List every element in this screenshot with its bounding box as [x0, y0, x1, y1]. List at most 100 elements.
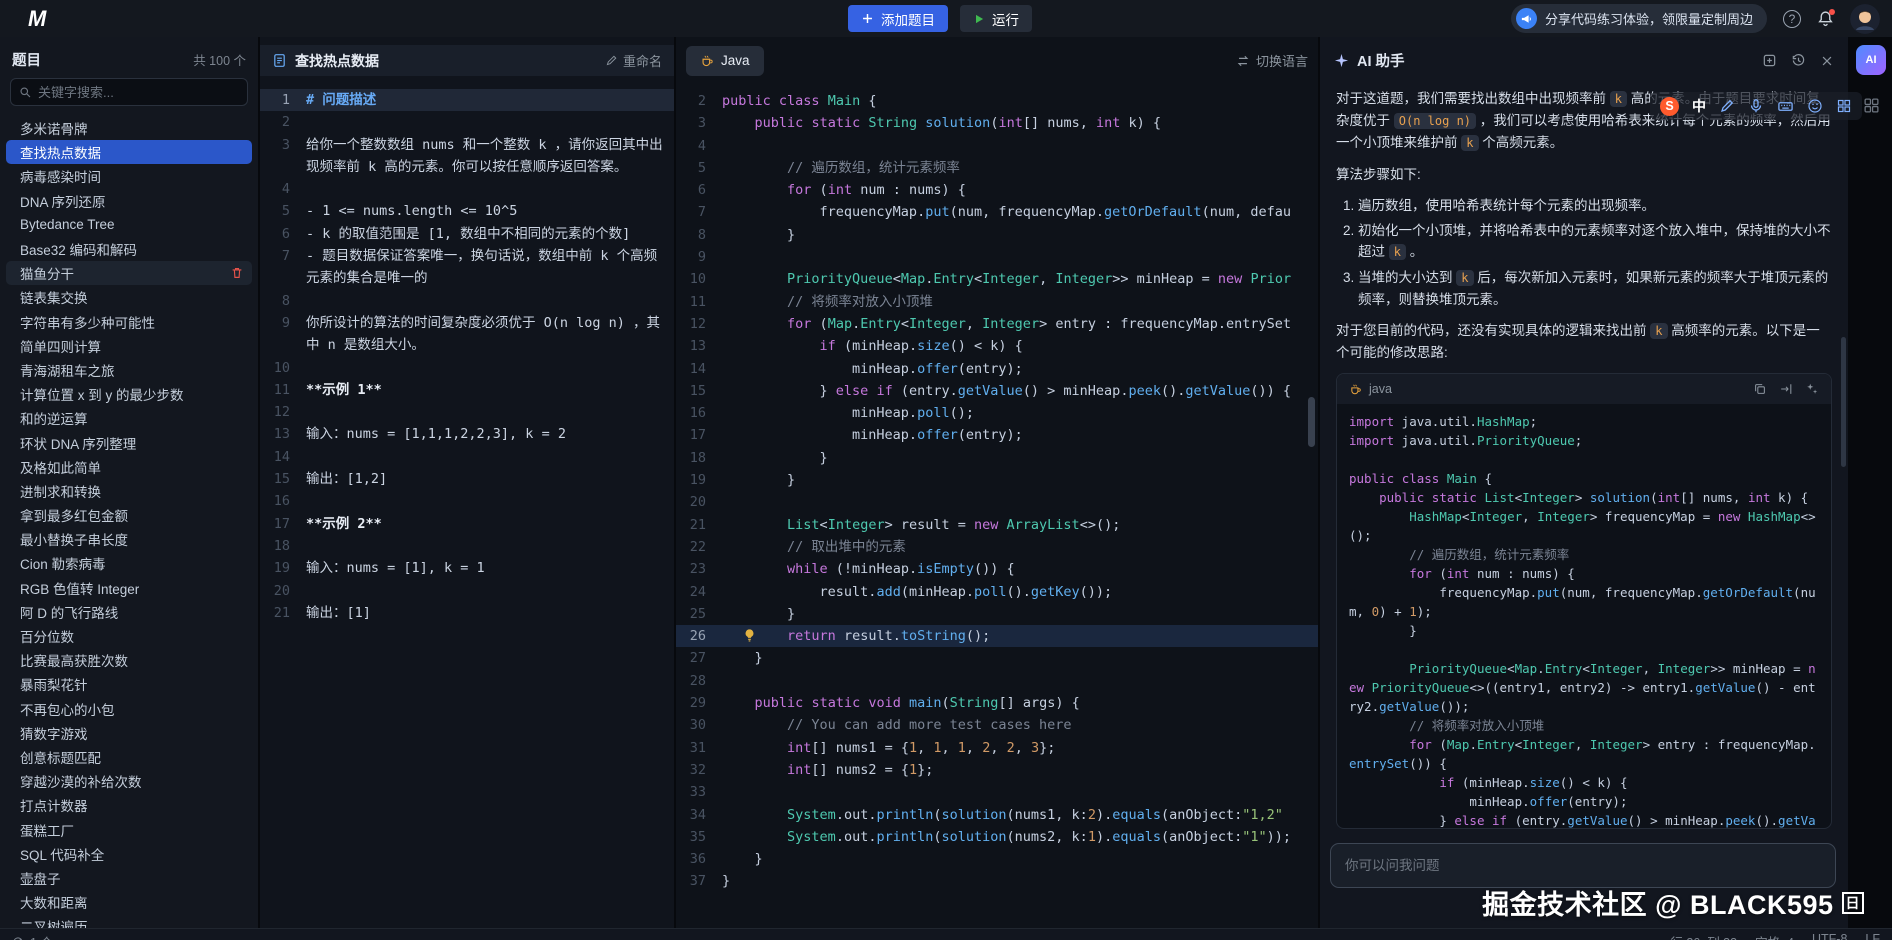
ime-keyboard-icon[interactable]: [1777, 98, 1794, 115]
notifications-icon[interactable]: [1817, 10, 1834, 27]
editor-scrollbar[interactable]: [1308, 397, 1315, 447]
description-line[interactable]: 10: [260, 357, 674, 379]
sidebar-item[interactable]: 猫鱼分干: [6, 261, 252, 285]
sidebar-item[interactable]: 百分位数: [6, 624, 252, 648]
code-line[interactable]: 26 return result.toString();: [676, 625, 1318, 647]
ime-mode-toggle[interactable]: 中: [1692, 96, 1706, 116]
code-line[interactable]: 5 // 遍历数组，统计元素频率: [676, 157, 1318, 179]
run-button[interactable]: 运行: [960, 5, 1032, 32]
sidebar-item[interactable]: 链表集交换: [6, 285, 252, 309]
ai-scrollbar[interactable]: [1841, 337, 1846, 467]
description-line[interactable]: 12: [260, 401, 674, 423]
chat-input-box[interactable]: [1330, 843, 1836, 888]
app-logo[interactable]: M: [28, 6, 45, 32]
sidebar-item[interactable]: RGB 色值转 Integer: [6, 576, 252, 600]
code-line[interactable]: 8 }: [676, 224, 1318, 246]
sidebar-item[interactable]: 简单四则计算: [6, 334, 252, 358]
help-icon[interactable]: ?: [1783, 10, 1801, 28]
description-line[interactable]: 14: [260, 446, 674, 468]
promo-banner[interactable]: 分享代码练习体验，领限量定制周边: [1511, 4, 1767, 33]
copy-icon[interactable]: [1753, 382, 1767, 396]
indent-setting[interactable]: 空格: 4: [1755, 932, 1794, 940]
ime-toolbox-icon[interactable]: [1836, 98, 1852, 114]
sidebar-item[interactable]: 暴雨梨花针: [6, 672, 252, 696]
description-line[interactable]: 21输出：[1]: [260, 602, 674, 624]
description-line[interactable]: 8: [260, 290, 674, 312]
sidebar-item[interactable]: 环状 DNA 序列整理: [6, 430, 252, 454]
search-box[interactable]: [10, 78, 248, 106]
code-line[interactable]: 37}: [676, 870, 1318, 892]
code-line[interactable]: 17 minHeap.offer(entry);: [676, 424, 1318, 446]
chat-input[interactable]: [1345, 858, 1821, 873]
sidebar-item[interactable]: Bytedance Tree: [6, 213, 252, 237]
code-line[interactable]: 3 public static String solution(int[] nu…: [676, 112, 1318, 134]
code-line[interactable]: 16 minHeap.poll();: [676, 402, 1318, 424]
ime-pen-icon[interactable]: [1719, 98, 1735, 114]
description-editor[interactable]: 1# 问题描述2 3给你一个整数数组 nums 和一个整数 k ，请你返回其中出…: [260, 89, 674, 624]
description-line[interactable]: 18: [260, 535, 674, 557]
code-editor[interactable]: 2public class Main {3 public static Stri…: [676, 90, 1318, 893]
description-line[interactable]: 20: [260, 580, 674, 602]
rename-button[interactable]: 重命名: [605, 51, 662, 70]
eol-setting[interactable]: LF: [1865, 932, 1880, 940]
sidebar-item[interactable]: 计算位置 x 到 y 的最少步数: [6, 382, 252, 406]
sidebar-item[interactable]: 病毒感染时间: [6, 164, 252, 188]
delete-icon[interactable]: [230, 266, 244, 280]
code-line[interactable]: 31 int[] nums1 = {1, 1, 1, 2, 2, 3};: [676, 737, 1318, 759]
description-line[interactable]: 19输入：nums = [1], k = 1: [260, 557, 674, 579]
sidebar-item[interactable]: 青海湖租车之旅: [6, 358, 252, 382]
description-line[interactable]: 4: [260, 178, 674, 200]
sidebar-item[interactable]: DNA 序列还原: [6, 189, 252, 213]
sidebar-item[interactable]: 打点计数器: [6, 793, 252, 817]
sidebar-item[interactable]: 拿到最多红包金额: [6, 503, 252, 527]
sidebar-item[interactable]: 及格如此简单: [6, 455, 252, 479]
code-line[interactable]: 20: [676, 491, 1318, 513]
ai-assistant-toggle[interactable]: AI: [1856, 45, 1886, 75]
sidebar-item[interactable]: 阿 D 的飞行路线: [6, 600, 252, 624]
code-line[interactable]: 14 minHeap.offer(entry);: [676, 358, 1318, 380]
code-line[interactable]: 28: [676, 670, 1318, 692]
description-line[interactable]: 16: [260, 490, 674, 512]
code-line[interactable]: 12 for (Map.Entry<Integer, Integer> entr…: [676, 313, 1318, 335]
switch-language-button[interactable]: 切换语言: [1236, 51, 1308, 70]
description-line[interactable]: 1# 问题描述: [260, 89, 674, 111]
description-line[interactable]: 11**示例 1**: [260, 379, 674, 401]
encoding[interactable]: UTF-8: [1812, 932, 1847, 940]
sidebar-item[interactable]: Cion 勒索病毒: [6, 551, 252, 575]
code-line[interactable]: 24 result.add(minHeap.poll().getKey());: [676, 581, 1318, 603]
sidebar-item[interactable]: 壶盘子: [6, 866, 252, 890]
sidebar-item[interactable]: 穿越沙漠的补给次数: [6, 769, 252, 793]
description-line[interactable]: 3给你一个整数数组 nums 和一个整数 k ，请你返回其中出现频率前 k 高的…: [260, 134, 674, 179]
code-line[interactable]: 29 public static void main(String[] args…: [676, 692, 1318, 714]
code-line[interactable]: 4: [676, 135, 1318, 157]
code-line[interactable]: 15 } else if (entry.getValue() > minHeap…: [676, 380, 1318, 402]
ime-mic-icon[interactable]: [1748, 98, 1764, 114]
quickfix-bulb-icon[interactable]: [742, 628, 757, 643]
code-line[interactable]: 2public class Main {: [676, 90, 1318, 112]
sidebar-item[interactable]: Base32 编码和解码: [6, 237, 252, 261]
code-line[interactable]: 10 PriorityQueue<Map.Entry<Integer, Inte…: [676, 268, 1318, 290]
description-line[interactable]: 2: [260, 111, 674, 133]
code-line[interactable]: 32 int[] nums2 = {1};: [676, 759, 1318, 781]
description-line[interactable]: 15输出：[1,2]: [260, 468, 674, 490]
sidebar-item[interactable]: 进制求和转换: [6, 479, 252, 503]
insert-code-icon[interactable]: [1779, 382, 1793, 396]
history-icon[interactable]: [1791, 53, 1806, 68]
search-input[interactable]: [38, 85, 239, 100]
ime-emoji-icon[interactable]: [1807, 98, 1823, 114]
sidebar-item[interactable]: 蛋糕工厂: [6, 817, 252, 841]
cursor-position[interactable]: 行 26, 列 33: [1670, 932, 1737, 940]
sidebar-item[interactable]: 猜数字游戏: [6, 721, 252, 745]
toolkit-icon[interactable]: [1863, 97, 1880, 114]
code-line[interactable]: 25 }: [676, 603, 1318, 625]
code-line[interactable]: 19 }: [676, 469, 1318, 491]
ime-logo-icon[interactable]: S: [1660, 97, 1679, 116]
user-avatar[interactable]: [1850, 4, 1880, 34]
apply-magic-icon[interactable]: [1805, 382, 1819, 396]
tab-java[interactable]: Java: [686, 46, 764, 76]
sidebar-item[interactable]: 比赛最高获胜次数: [6, 648, 252, 672]
sidebar-item[interactable]: 大数和距离: [6, 890, 252, 914]
code-line[interactable]: 7 frequencyMap.put(num, frequencyMap.get…: [676, 201, 1318, 223]
code-line[interactable]: 35 System.out.println(solution(nums2, k:…: [676, 826, 1318, 848]
sidebar-item[interactable]: 最小替换子串长度: [6, 527, 252, 551]
